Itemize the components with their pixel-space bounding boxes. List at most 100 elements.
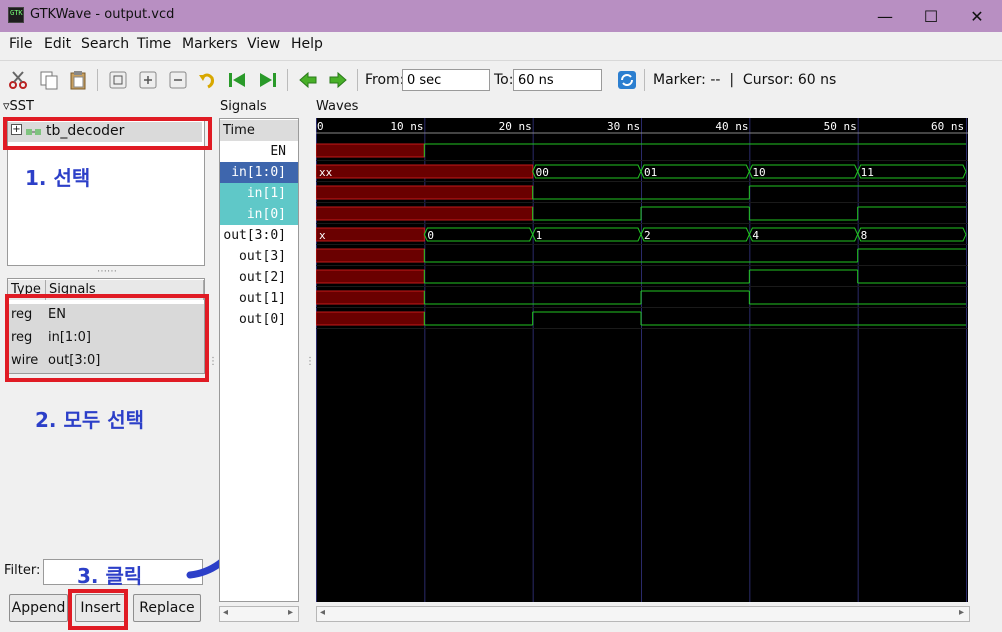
signals-panel-row[interactable]: EN: [220, 141, 298, 162]
close-button[interactable]: ✕: [954, 0, 1000, 32]
signals-panel-time-header[interactable]: Time: [220, 120, 298, 141]
bus-value-label: 4: [752, 229, 759, 242]
window-title: GTKWave - output.vcd: [30, 7, 175, 22]
maximize-button[interactable]: ☐: [908, 0, 954, 32]
filter-label: Filter:: [4, 563, 41, 578]
bus-value-label: x: [319, 229, 326, 242]
scroll-right-icon[interactable]: ▸: [288, 607, 293, 618]
time-tick-label: 30 ns: [607, 120, 640, 133]
app-icon: GTK: [8, 7, 24, 23]
time-tick-label: 20 ns: [499, 120, 532, 133]
menu-edit[interactable]: Edit: [44, 36, 71, 52]
time-tick-label: 0: [317, 120, 324, 133]
go-to-end-icon[interactable]: [257, 69, 279, 91]
bus-value-segment: [640, 227, 750, 242]
paste-icon[interactable]: [67, 69, 89, 91]
scroll-left-icon[interactable]: ◂: [223, 607, 228, 618]
zoom-in-icon[interactable]: [137, 69, 159, 91]
pane-sash[interactable]: ⋯⋯: [97, 266, 117, 277]
from-input[interactable]: [402, 69, 490, 91]
bus-value-label: 0: [427, 229, 434, 242]
time-tick-label: 10 ns: [390, 120, 423, 133]
undo-zoom-icon[interactable]: [196, 69, 218, 91]
menu-search[interactable]: Search: [81, 36, 129, 52]
bus-value-label: 10: [752, 166, 765, 179]
toolbar: From: To: Marker: -- | Cursor: 60 ns: [0, 60, 1002, 98]
annotation-step3: 3. 클릭: [77, 564, 143, 588]
signals-panel-row[interactable]: out[2]: [220, 267, 298, 288]
shift-right-icon[interactable]: [327, 69, 349, 91]
sst-section-title[interactable]: ▿SST: [3, 99, 34, 114]
toolbar-separator: [644, 69, 645, 91]
signals-panel-row[interactable]: in[0]: [220, 204, 298, 225]
annotation-step2: 2. 모두 선택: [35, 408, 145, 432]
bus-value-segment: [640, 164, 750, 179]
signals-hscrollbar[interactable]: ◂ ▸: [219, 606, 299, 622]
menu-time[interactable]: Time: [137, 36, 171, 52]
shift-left-icon[interactable]: [297, 69, 319, 91]
unknown-value-mark: [316, 143, 425, 158]
bus-value-label: xx: [319, 166, 333, 179]
unknown-value-mark: [316, 227, 425, 242]
bus-value-label: 11: [861, 166, 874, 179]
waves-panel-title: Waves: [316, 99, 359, 114]
bus-value-segment: [748, 227, 859, 242]
title-bar: GTK GTKWave - output.vcd — ☐ ✕: [0, 0, 1002, 32]
time-tick-label: 40 ns: [715, 120, 748, 133]
menu-file[interactable]: File: [9, 36, 32, 52]
waves-vscrollbar[interactable]: [975, 118, 995, 602]
minimize-button[interactable]: —: [862, 0, 908, 32]
signals-panel-row[interactable]: out[3:0]: [220, 225, 298, 246]
signals-panel-row[interactable]: in[1:0]: [220, 162, 298, 183]
copy-icon[interactable]: [38, 69, 60, 91]
time-tick-label: 60 ns: [931, 120, 964, 133]
waves-hscrollbar[interactable]: ◂ ▸: [316, 606, 970, 622]
unknown-value-mark: [316, 164, 534, 179]
zoom-out-icon[interactable]: [167, 69, 189, 91]
bus-value-segment: [857, 227, 967, 242]
signals-panel-title: Signals: [220, 99, 267, 114]
go-to-start-icon[interactable]: [226, 69, 248, 91]
menu-markers[interactable]: Markers: [182, 36, 238, 52]
unknown-value-mark: [316, 311, 425, 326]
unknown-value-mark: [316, 185, 534, 200]
scroll-left-icon[interactable]: ◂: [320, 607, 325, 618]
sst-title: SST: [9, 99, 34, 114]
scroll-right-icon[interactable]: ▸: [959, 607, 964, 618]
unknown-value-mark: [316, 206, 534, 221]
signals-panel-row[interactable]: out[1]: [220, 288, 298, 309]
marker-cursor-readout: Marker: -- | Cursor: 60 ns: [653, 72, 837, 88]
unknown-value-mark: [316, 290, 425, 305]
to-label: To:: [494, 72, 514, 88]
bus-value-segment: [532, 227, 642, 242]
append-button[interactable]: Append: [9, 594, 68, 622]
to-input[interactable]: [513, 69, 602, 91]
bus-value-segment: [423, 227, 534, 242]
annotation-box-step2: [5, 294, 209, 382]
unknown-value-mark: [316, 269, 425, 284]
bus-value-label: 8: [861, 229, 868, 242]
unknown-value-mark: [316, 248, 425, 263]
reload-icon[interactable]: [616, 69, 638, 91]
from-label: From:: [365, 72, 405, 88]
bus-value-label: 2: [644, 229, 651, 242]
waves-canvas[interactable]: 0 10 ns 20 ns 30 ns 40 ns 50 ns 60 ns xx 00 01 10 1…: [316, 118, 968, 602]
pane-sash[interactable]: ⋮: [305, 356, 315, 367]
waveform-plot: 0 10 ns 20 ns 30 ns 40 ns 50 ns 60 nsxx 00 01 10 1…: [316, 118, 968, 602]
menu-bar: File Edit Search Time Markers View Help: [0, 32, 1002, 57]
replace-button[interactable]: Replace: [133, 594, 201, 622]
app-icon-text: GTK: [10, 9, 23, 17]
bus-value-label: 01: [644, 166, 657, 179]
signals-panel-row[interactable]: out[3]: [220, 246, 298, 267]
menu-help[interactable]: Help: [291, 36, 323, 52]
bus-value-label: 00: [536, 166, 549, 179]
toolbar-separator: [357, 69, 358, 91]
menu-view[interactable]: View: [247, 36, 280, 52]
signals-panel-row[interactable]: in[1]: [220, 183, 298, 204]
zoom-fit-icon[interactable]: [107, 69, 129, 91]
toolbar-separator: [287, 69, 288, 91]
bus-value-label: 1: [536, 229, 543, 242]
time-tick-label: 50 ns: [824, 120, 857, 133]
cut-icon[interactable]: [7, 69, 29, 91]
signals-panel-row[interactable]: out[0]: [220, 309, 298, 330]
